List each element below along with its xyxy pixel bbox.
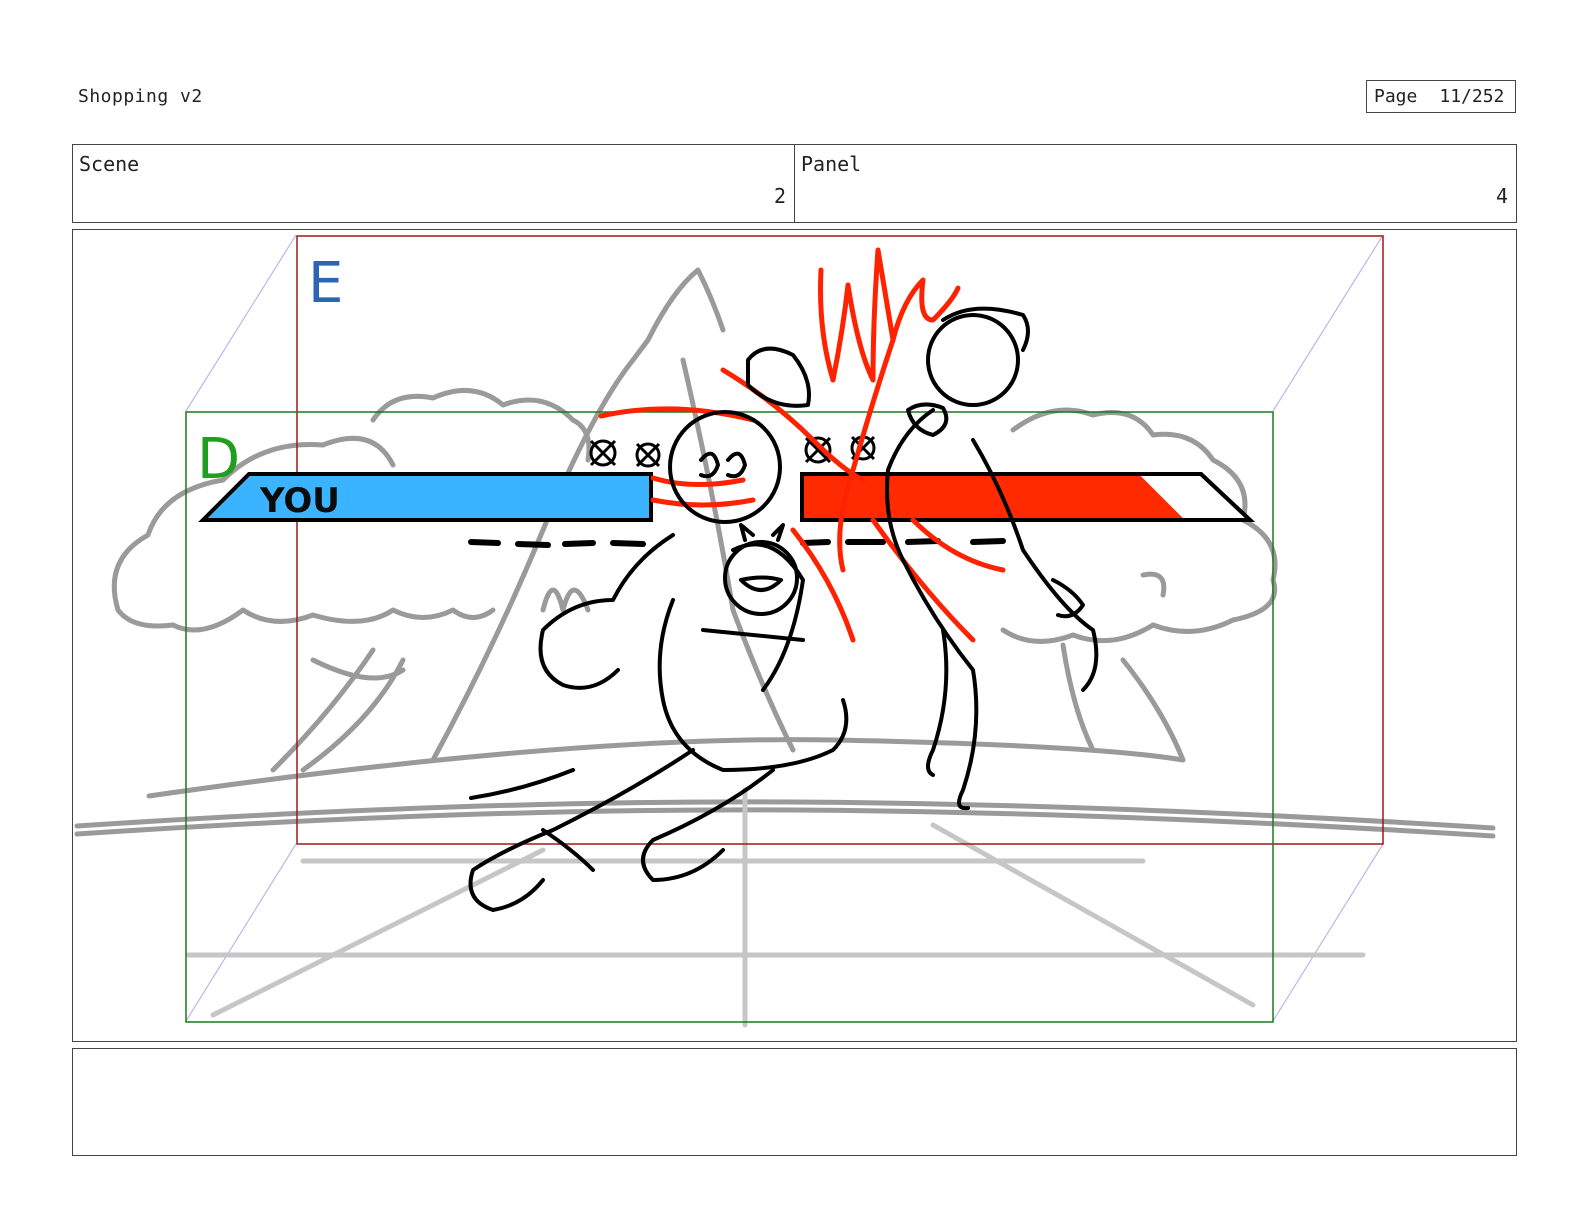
panel-cell: Panel 4 xyxy=(794,145,1516,222)
page-number: 11/252 xyxy=(1439,86,1505,107)
page-indicator: Page 11/252 xyxy=(1366,80,1516,113)
storyboard-panel: E D YOU xyxy=(72,229,1517,1042)
scene-label: Scene xyxy=(79,152,140,176)
document-title: Shopping v2 xyxy=(78,86,203,107)
scene-cell: Scene 2 xyxy=(73,145,794,222)
player-label: YOU xyxy=(259,481,340,521)
page-label: Page xyxy=(1374,86,1418,107)
frame-d-letter: D xyxy=(197,427,240,492)
scene-number: 2 xyxy=(773,184,786,208)
frame-e-letter: E xyxy=(308,251,343,316)
panel-notes[interactable] xyxy=(72,1048,1517,1156)
round-markers xyxy=(589,435,876,468)
panel-label: Panel xyxy=(801,152,862,176)
panel-number: 4 xyxy=(1495,184,1508,208)
floor-grid xyxy=(185,787,1366,1028)
enemy-health-bar xyxy=(802,476,1183,518)
super-meter xyxy=(468,538,1006,548)
panel-drawing: E D YOU xyxy=(74,234,1496,1028)
storyboard-header: Scene 2 Panel 4 xyxy=(72,144,1517,223)
